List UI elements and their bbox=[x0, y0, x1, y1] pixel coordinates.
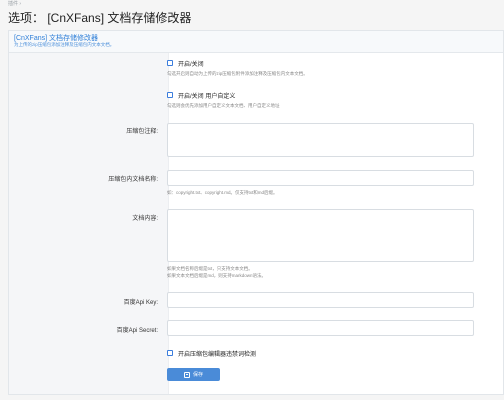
save-icon bbox=[183, 371, 190, 378]
doc-name-input[interactable] bbox=[167, 170, 474, 186]
comment-textarea[interactable] bbox=[167, 123, 474, 157]
toggle-custom-label[interactable]: 开启/关闭 用户自定义 bbox=[178, 91, 235, 100]
toggle-enable-help: 勾选开启则自动为上传的zip压缩包附件添加注释及压缩包内文本文档。 bbox=[167, 71, 308, 76]
api-key-label: 百度Api Key: bbox=[123, 300, 158, 306]
api-secret-input[interactable] bbox=[167, 320, 474, 336]
breadcrumb[interactable]: 插件 › bbox=[8, 0, 21, 7]
save-button-label: 保存 bbox=[192, 372, 203, 378]
comment-label: 压缩包注释: bbox=[126, 129, 158, 135]
page-title: 选项： [CnXFans] 文档存储修改器 bbox=[8, 11, 192, 25]
save-button[interactable]: 保存 bbox=[167, 368, 220, 381]
label-column bbox=[9, 53, 169, 394]
api-key-input[interactable] bbox=[167, 292, 474, 308]
api-secret-label: 百度Api Secret: bbox=[116, 328, 158, 334]
panel-header: [CnXFans] 文档存储修改器 为上传的zip压缩包添加注释及压缩包内文本文… bbox=[9, 31, 503, 53]
doc-name-help: 如：copyright.txt、copyright.md。仅支持txt和md后缀… bbox=[167, 190, 278, 195]
doc-name-label: 压缩包内文档名称: bbox=[108, 177, 158, 183]
doc-content-help-1: 如果文档名称后缀是txt，只支持文本文档。 bbox=[167, 266, 253, 271]
panel-subtitle: 为上传的zip压缩包添加注释及压缩包内文本文档。 bbox=[14, 42, 115, 47]
toggle-word-check-label[interactable]: 开启压缩包编辑器违禁词检测 bbox=[178, 349, 256, 358]
toggle-enable-label[interactable]: 开启/关闭 bbox=[178, 59, 204, 68]
toggle-custom-checkbox[interactable] bbox=[167, 92, 173, 98]
doc-content-textarea[interactable] bbox=[167, 209, 474, 262]
doc-content-help-2: 如果文本文档后缀是md，则支持markdown语法。 bbox=[167, 273, 267, 278]
toggle-enable-checkbox[interactable] bbox=[167, 60, 173, 66]
toggle-word-check-checkbox[interactable] bbox=[167, 350, 173, 356]
toggle-custom-help: 勾选则会优先添加用户自定义文本文档、用户自定义地址 bbox=[167, 103, 280, 108]
doc-content-label: 文档内容: bbox=[132, 216, 158, 222]
